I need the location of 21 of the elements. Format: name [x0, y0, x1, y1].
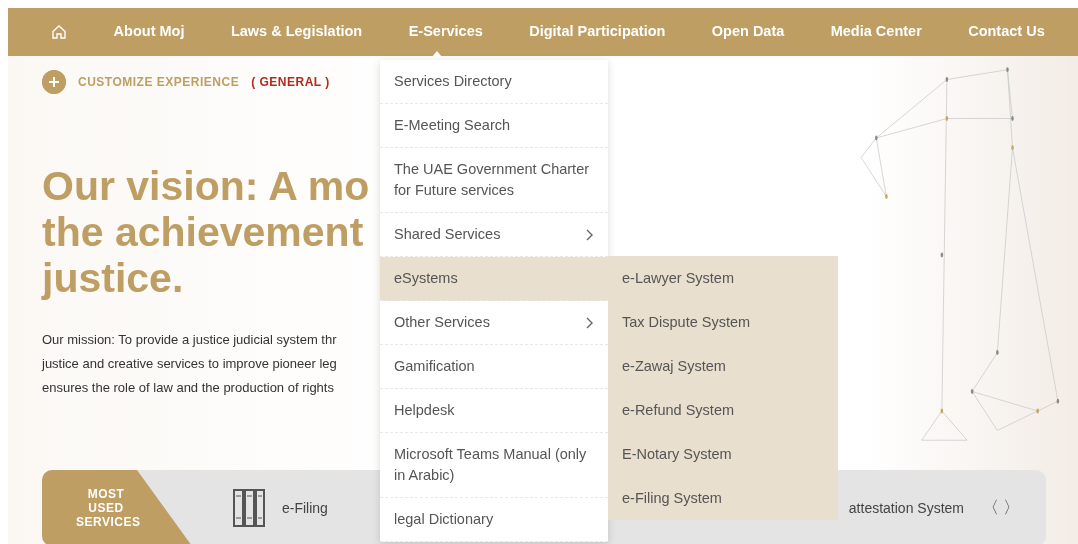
- pointer-icon: [432, 51, 442, 57]
- home-icon[interactable]: [51, 24, 68, 40]
- submenu-item[interactable]: e-Filing System: [608, 476, 838, 520]
- previous-button[interactable]: 〈: [980, 495, 1001, 521]
- submenu-item[interactable]: e-Zawaj System: [608, 344, 838, 388]
- menu-item[interactable]: eSystems: [380, 257, 608, 301]
- mission-text: Our mission: To provide a justice judicial system thr justice and creative services to improve pioneer leg ensures the role of law and the production of rights: [42, 330, 338, 397]
- menu-item[interactable]: The UAE Government Charter for Future services: [380, 148, 608, 213]
- next-button[interactable]: 〉: [1001, 495, 1022, 521]
- experience-mode-label[interactable]: ( GENERAL ): [251, 73, 330, 91]
- menu-item[interactable]: Services Directory: [380, 60, 608, 104]
- service-link[interactable]: e-Filing: [282, 497, 328, 519]
- menu-item[interactable]: E-Meeting Search: [380, 104, 608, 148]
- submenu-item[interactable]: e-Lawyer System: [608, 256, 838, 300]
- plus-icon[interactable]: [42, 70, 66, 94]
- submenu-item[interactable]: e-Refund System: [608, 388, 838, 432]
- service-link[interactable]: attestation System: [848, 497, 964, 519]
- binders-icon[interactable]: [232, 488, 266, 528]
- vision-heading: Our vision: A mo the achievement justice.: [42, 164, 371, 302]
- submenu-item[interactable]: Tax Dispute System: [608, 300, 838, 344]
- submenu-item[interactable]: E-Notary System: [608, 432, 838, 476]
